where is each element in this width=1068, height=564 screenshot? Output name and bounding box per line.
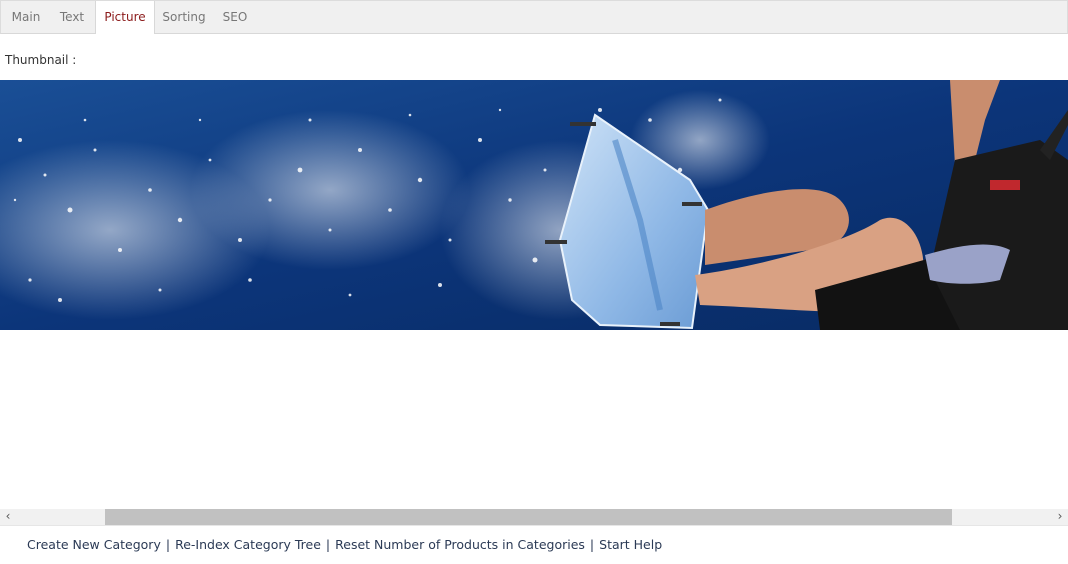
- category-editor: Main Text Picture Sorting SEO Thumbnail …: [0, 0, 1068, 564]
- footer-separator: |: [325, 537, 331, 552]
- thumbnail-label: Thumbnail :: [5, 53, 77, 67]
- tab-seo[interactable]: SEO: [215, 1, 255, 33]
- tab-text[interactable]: Text: [49, 1, 95, 33]
- scroll-left-icon[interactable]: ‹: [0, 509, 16, 525]
- reset-product-count-link[interactable]: Reset Number of Products in Categories: [335, 537, 585, 552]
- reindex-category-tree-link[interactable]: Re-Index Category Tree: [175, 537, 321, 552]
- footer-separator: |: [589, 537, 595, 552]
- create-new-category-link[interactable]: Create New Category: [27, 537, 161, 552]
- scrollbar-thumb[interactable]: [105, 509, 952, 525]
- start-help-link[interactable]: Start Help: [599, 537, 662, 552]
- thumbnail-image: [0, 80, 1068, 330]
- tab-bar: Main Text Picture Sorting SEO: [0, 0, 1068, 34]
- scroll-right-icon[interactable]: ›: [1052, 509, 1068, 525]
- tab-sorting[interactable]: Sorting: [157, 1, 211, 33]
- footer-actions: Create New Category | Re-Index Category Tr…: [27, 537, 662, 552]
- tab-main[interactable]: Main: [1, 1, 51, 33]
- tab-picture[interactable]: Picture: [95, 1, 155, 34]
- kitesurf-photo: [0, 80, 1068, 330]
- footer-separator: |: [165, 537, 171, 552]
- horizontal-scrollbar[interactable]: ‹ ›: [0, 509, 1068, 526]
